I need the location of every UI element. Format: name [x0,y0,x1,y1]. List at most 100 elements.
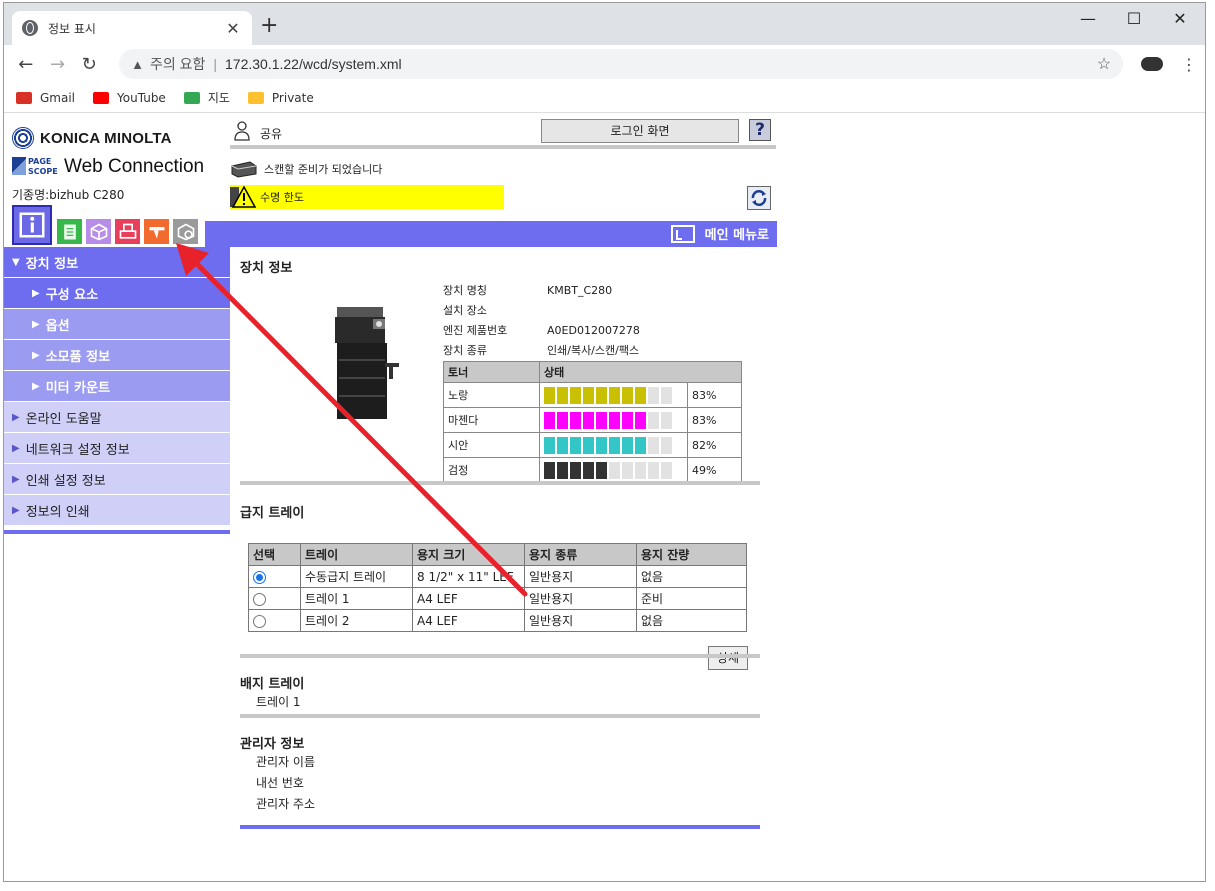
tab-box[interactable] [85,218,112,245]
tray-radio[interactable] [253,592,266,606]
sidebar-item-7[interactable]: ▶ 인쇄 설정 정보 [4,464,230,495]
sidebar-item-5[interactable]: ▶ 온라인 도움말 [4,402,230,433]
bookmark-2[interactable]: 지도 [183,89,230,106]
sidebar-item-0[interactable]: ▼ 장치 정보 [4,247,230,278]
browser-toolbar: ← → ↻ ▲ 주의 요함 | 172.30.1.22/wcd/system.x… [4,45,1205,83]
toner-cell [648,411,659,429]
device-info-title: 장치 정보 [240,261,293,276]
triangle-right-icon: ▶ [32,318,40,330]
toner-name: 검정 [443,457,540,483]
warning-icon[interactable]: ▲ [131,57,144,72]
minimize-button[interactable]: — [1068,9,1108,28]
sidebar-item-4[interactable]: ▶ 미터 카운트 [4,371,230,402]
sidebar-bottom-rule [4,530,230,534]
toner-cell [583,411,594,429]
field-value: KMBT_C280 [547,284,613,297]
tab-print[interactable] [114,218,141,245]
table-row[interactable]: 트레이 2 A4 LEF 일반용지 없음 [248,609,747,632]
refresh-button[interactable] [747,186,771,210]
toner-cell [557,436,568,454]
sidebar-item-label: 정보의 인쇄 [25,504,90,520]
tray-radio[interactable] [253,614,266,628]
tab-close-button[interactable]: ✕ [224,19,242,38]
browser-menu-icon[interactable]: ⋮ [1181,55,1197,74]
toner-cell [635,461,646,479]
tab-scan[interactable] [143,218,170,245]
browser-window: 정보 표시 ✕ + — ☐ ✕ ← → ↻ ▲ 주의 요함 | 172.30.1… [3,2,1206,882]
km-globe-icon [12,127,34,149]
field-value: 인쇄/복사/스캔/팩스 [547,344,640,357]
output-tray-section: 배지 트레이 트레이 1 [240,673,760,713]
web-page: KONICA MINOLTA PAGE SCOPE Web Connection… [4,113,1205,881]
toner-cell [570,461,581,479]
detail-button[interactable]: 상세 [708,646,748,670]
help-button[interactable]: ? [749,119,771,141]
tray-col-header: 용지 크기 [412,543,525,566]
paper-tray-title: 급지 트레이 [240,506,305,521]
field-key: 설치 장소 [443,304,487,317]
toner-row: 검정 49% [443,457,742,483]
address-bar[interactable]: ▲ 주의 요함 | 172.30.1.22/wcd/system.xml ☆ [119,49,1124,79]
tab-job[interactable] [56,218,83,245]
device-field: 엔진 제품번호 A0ED012007278 [443,321,640,341]
pagescope-badge: PAGE SCOPE [12,155,62,179]
bookmark-3[interactable]: Private [247,91,314,105]
toner-cell [648,436,659,454]
device-field: 설치 장소 [443,301,640,321]
browser-tab[interactable]: 정보 표시 ✕ [12,11,252,45]
tab-info[interactable] [12,205,52,245]
toner-cell [648,386,659,404]
toner-cell [622,436,633,454]
tray-remain: 없음 [636,565,747,588]
user-icon [234,121,250,141]
extension-icon[interactable] [1141,57,1163,71]
brand-name: KONICA MINOLTA [40,129,172,147]
toner-cell [635,436,646,454]
sidebar-item-2[interactable]: ▶ 옵션 [4,309,230,340]
table-row[interactable]: 수동급지 트레이 8 1/2" x 11" LEF 일반용지 없음 [248,565,747,588]
tray-remain: 없음 [636,609,747,632]
tray-tray: 수동급지 트레이 [300,565,413,588]
window-close-button[interactable]: ✕ [1160,9,1200,28]
toner-cells [544,436,683,454]
field-key: 장치 종류 [443,344,487,357]
toner-cell [609,386,620,404]
mfp-device-image [335,307,399,419]
status-warning-text: 수명 한도 [260,191,304,204]
sidebar-item-1[interactable]: ▶ 구성 요소 [4,278,230,309]
new-tab-button[interactable]: + [260,15,278,37]
forward-button[interactable]: → [44,54,72,75]
tab-admin[interactable] [172,218,199,245]
bookmark-0[interactable]: Gmail [16,91,75,105]
bookmark-star-icon[interactable]: ☆ [1097,54,1111,74]
login-screen-button[interactable]: 로그인 화면 [541,119,739,143]
divider [240,654,760,658]
admin-icon [177,223,194,240]
bookmark-icon [247,91,264,104]
bookmark-1[interactable]: YouTube [93,91,166,105]
status-col-header: 상태 [539,361,742,383]
back-button[interactable]: ← [12,54,40,75]
toner-cell [609,436,620,454]
reload-button[interactable]: ↻ [75,54,103,75]
sidebar: ▼ 장치 정보 ▶ 구성 요소 ▶ 옵션 ▶ 소모품 정보 ▶ 미터 카운트 ▶ 온라인 도움말 ▶ 네트… [4,247,230,534]
toner-cell [596,436,607,454]
sidebar-item-8[interactable]: ▶ 정보의 인쇄 [4,495,230,526]
table-row[interactable]: 트레이 1 A4 LEF 일반용지 준비 [248,587,747,610]
konica-minolta-logo: KONICA MINOLTA [12,127,172,149]
sidebar-item-label: 옵션 [45,318,70,334]
toner-cell [661,461,672,479]
admin-info-title: 관리자 정보 [240,737,305,752]
url-text[interactable]: 172.30.1.22/wcd/system.xml [225,56,1097,72]
sidebar-item-6[interactable]: ▶ 네트워크 설정 정보 [4,433,230,464]
sidebar-item-3[interactable]: ▶ 소모품 정보 [4,340,230,371]
toner-col-header: 토너 [443,361,540,383]
tray-radio[interactable] [253,570,266,584]
toner-row: 시안 82% [443,432,742,458]
bookmark-icon [93,91,110,104]
tray-size: A4 LEF [412,587,525,610]
main-menu-link[interactable]: 메인 메뉴로 [670,224,769,243]
security-warning[interactable]: 주의 요함 [150,54,205,74]
maximize-button[interactable]: ☐ [1114,9,1154,28]
product-name: Web Connection [64,156,205,177]
